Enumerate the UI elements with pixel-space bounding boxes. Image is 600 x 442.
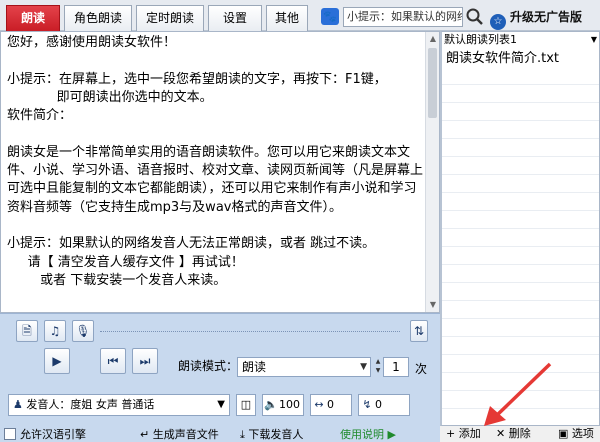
pitch-control[interactable]: ↯ 0: [358, 394, 410, 416]
microphone-icon[interactable]: 🎙: [72, 320, 94, 342]
options-icon: ▣: [558, 427, 572, 440]
play-button[interactable]: ▶: [44, 348, 70, 374]
playlist-panel: 默认朗读列表1 ▼ 朗读女软件简介.txt: [440, 31, 600, 426]
reading-text-area[interactable]: 您好，感谢使用朗读女软件！ 小提示：在屏幕上，选中一段您希望朗读的文字，再按下：…: [0, 31, 440, 313]
bottom-row: 允许汉语引擎 ↵ 生成声音文件 ⤓ 下载发音人 使用说明 ▶: [0, 426, 440, 442]
playlist-select[interactable]: 默认朗读列表1 ▼: [444, 33, 597, 47]
divider: [100, 331, 400, 332]
volume-value: 100: [279, 398, 300, 411]
music-icon[interactable]: ♫: [44, 320, 66, 342]
voice-value: 度姐 女声 普通话: [70, 398, 155, 411]
speed-icon: ↔: [314, 398, 324, 411]
close-icon: ✕: [496, 427, 509, 440]
tab-role-read[interactable]: 角色朗读: [64, 5, 132, 31]
top-tab-bar: 朗读 角色朗读 定时朗读 设置 其他 🐾 小提示：如果默认的网络 ☆ 升级无广告版: [0, 0, 600, 31]
person-icon: ♟: [13, 398, 23, 411]
previous-button[interactable]: ⏮: [100, 348, 126, 374]
scroll-down-icon[interactable]: ▼: [426, 298, 439, 312]
speed-control[interactable]: ↔ 0: [310, 394, 352, 416]
tab-read[interactable]: 朗读: [6, 5, 60, 31]
add-button[interactable]: + 添加: [446, 426, 481, 442]
playlist-lines: [442, 67, 599, 422]
options-button[interactable]: ▣ 选项: [558, 426, 594, 442]
count-unit: 次: [415, 362, 428, 376]
volume-control[interactable]: 🔈100: [262, 394, 304, 416]
generate-icon: ↵: [140, 428, 153, 441]
playlist-footer: + 添加 ✕ 删除 ▣ 选项: [440, 426, 600, 442]
chevron-down-icon: ▼: [590, 35, 597, 44]
control-panel: 🗎 ♫ 🎙 ⇅ ▶ ⏮ ⏭ 朗读模式： 朗读 ▼ ▲ ▼ 1 次 ♟ 发音人：度姐…: [0, 313, 440, 442]
speed-value: 0: [327, 398, 334, 411]
upgrade-icon: ☆: [490, 14, 506, 30]
count-field[interactable]: 1: [383, 357, 409, 377]
mode-value: 朗读: [242, 360, 267, 374]
chevron-down-icon: ▼: [217, 399, 225, 410]
voice-prefix: 发音人：: [26, 398, 71, 411]
delete-button[interactable]: ✕ 删除: [496, 426, 531, 442]
playlist-name: 默认朗读列表1: [444, 33, 517, 46]
tip-box: 小提示：如果默认的网络: [343, 7, 463, 27]
voice-settings-icon[interactable]: ◫: [236, 394, 256, 416]
voice-select[interactable]: ♟ 发音人：度姐 女声 普通话 ▼: [8, 394, 230, 416]
search-icon[interactable]: [464, 5, 486, 29]
generate-audio-label: 生成声音文件: [152, 428, 219, 441]
help-link[interactable]: 使用说明 ▶: [340, 426, 396, 442]
paw-icon[interactable]: 🐾: [321, 8, 339, 25]
tab-other[interactable]: 其他: [266, 5, 308, 31]
list-item[interactable]: 朗读女软件简介.txt: [446, 50, 559, 68]
open-file-icon[interactable]: 🗎: [16, 320, 38, 342]
mode-label: 朗读模式：: [178, 359, 239, 373]
scroll-up-icon[interactable]: ▲: [426, 32, 439, 46]
tab-settings[interactable]: 设置: [208, 5, 262, 31]
allow-engine-label: 允许汉语引擎: [20, 428, 86, 441]
upgrade-button[interactable]: ☆ 升级无广告版: [490, 5, 598, 30]
options-label: 选项: [571, 427, 594, 440]
speaker-icon: 🔈: [264, 398, 278, 411]
delete-label: 删除: [508, 427, 531, 440]
download-voice-button[interactable]: ⤓ 下载发音人: [240, 426, 303, 442]
pitch-icon: ↯: [362, 398, 372, 411]
count-spinner-icon[interactable]: ▲ ▼: [373, 357, 383, 377]
upgrade-label: 升级无广告版: [510, 10, 583, 24]
text-scrollbar[interactable]: ▲ ▼: [425, 32, 439, 312]
expand-icon[interactable]: ⇅: [410, 320, 428, 342]
pitch-value: 0: [375, 398, 382, 411]
reading-text[interactable]: 您好，感谢使用朗读女软件！ 小提示：在屏幕上，选中一段您希望朗读的文字，再按下：…: [7, 34, 425, 290]
generate-audio-button[interactable]: ↵ 生成声音文件: [140, 426, 219, 442]
mode-select[interactable]: 朗读 ▼: [237, 357, 371, 377]
allow-engine-checkbox[interactable]: [4, 428, 16, 440]
next-button[interactable]: ⏭: [132, 348, 158, 374]
add-icon: +: [446, 427, 459, 440]
tab-timed-read[interactable]: 定时朗读: [136, 5, 204, 31]
download-voice-label: 下载发音人: [248, 428, 304, 441]
scroll-thumb[interactable]: [428, 48, 437, 118]
add-label: 添加: [458, 427, 481, 440]
chevron-down-icon: ▼: [360, 362, 367, 372]
